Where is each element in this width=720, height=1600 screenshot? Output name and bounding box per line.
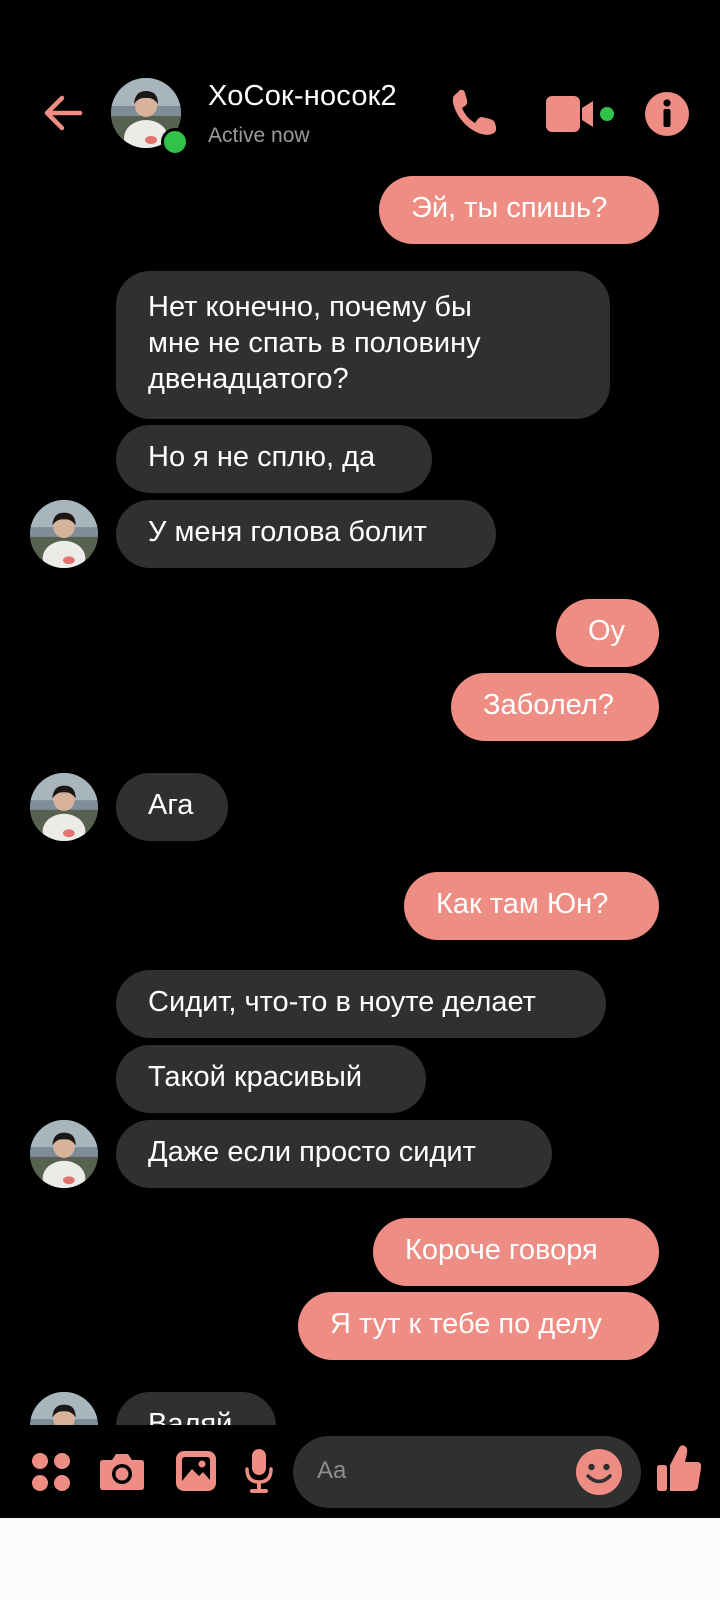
message-incoming[interactable]: Но я не сплю, да (116, 425, 432, 493)
emoji-icon[interactable] (575, 1448, 623, 1496)
thumbs-up-icon[interactable] (655, 1443, 703, 1495)
gallery-icon[interactable] (174, 1449, 218, 1493)
phone-call-icon[interactable] (448, 88, 502, 140)
message-outgoing[interactable]: Оу (556, 599, 659, 667)
video-call-icon[interactable] (544, 92, 630, 136)
system-navigation-area (0, 1518, 720, 1600)
online-status-dot (161, 128, 189, 156)
contact-avatar[interactable] (30, 500, 98, 568)
message-incoming[interactable]: Сидит, что-то в ноуте делает (116, 970, 606, 1038)
message-incoming[interactable]: Даже если просто сидит (116, 1120, 552, 1188)
camera-icon[interactable] (98, 1449, 146, 1493)
message-outgoing[interactable]: Как там Юн? (404, 872, 659, 940)
message-input[interactable]: Aa (293, 1436, 641, 1508)
contact-name[interactable]: ХоСок-носок2 (208, 80, 397, 113)
message-incoming[interactable]: Такой красивый (116, 1045, 426, 1113)
contact-avatar[interactable] (30, 773, 98, 841)
chat-header: ХоСок-носок2 Active now (0, 0, 720, 180)
message-outgoing[interactable]: Заболел? (451, 673, 659, 741)
microphone-icon[interactable] (244, 1447, 274, 1495)
message-incoming[interactable]: Ага (116, 773, 228, 841)
message-incoming[interactable]: Нет конечно, почему бы мне не спать в по… (116, 271, 610, 419)
back-arrow-icon[interactable] (38, 88, 88, 138)
message-outgoing[interactable]: Я тут к тебе по делу (298, 1292, 659, 1360)
message-outgoing[interactable]: Эй, ты спишь? (379, 176, 659, 244)
apps-grid-icon[interactable] (30, 1451, 72, 1493)
info-icon[interactable] (643, 90, 691, 138)
message-incoming[interactable]: У меня голова болит (116, 500, 496, 568)
message-input-placeholder: Aa (317, 1457, 347, 1484)
chat-screen: ХоСок-носок2 Active now Эй, ты спишь? Не… (0, 0, 720, 1518)
contact-avatar[interactable] (30, 1120, 98, 1188)
message-composer: Aa (0, 1425, 720, 1518)
message-outgoing[interactable]: Короче говоря (373, 1218, 659, 1286)
contact-status: Active now (208, 124, 310, 147)
